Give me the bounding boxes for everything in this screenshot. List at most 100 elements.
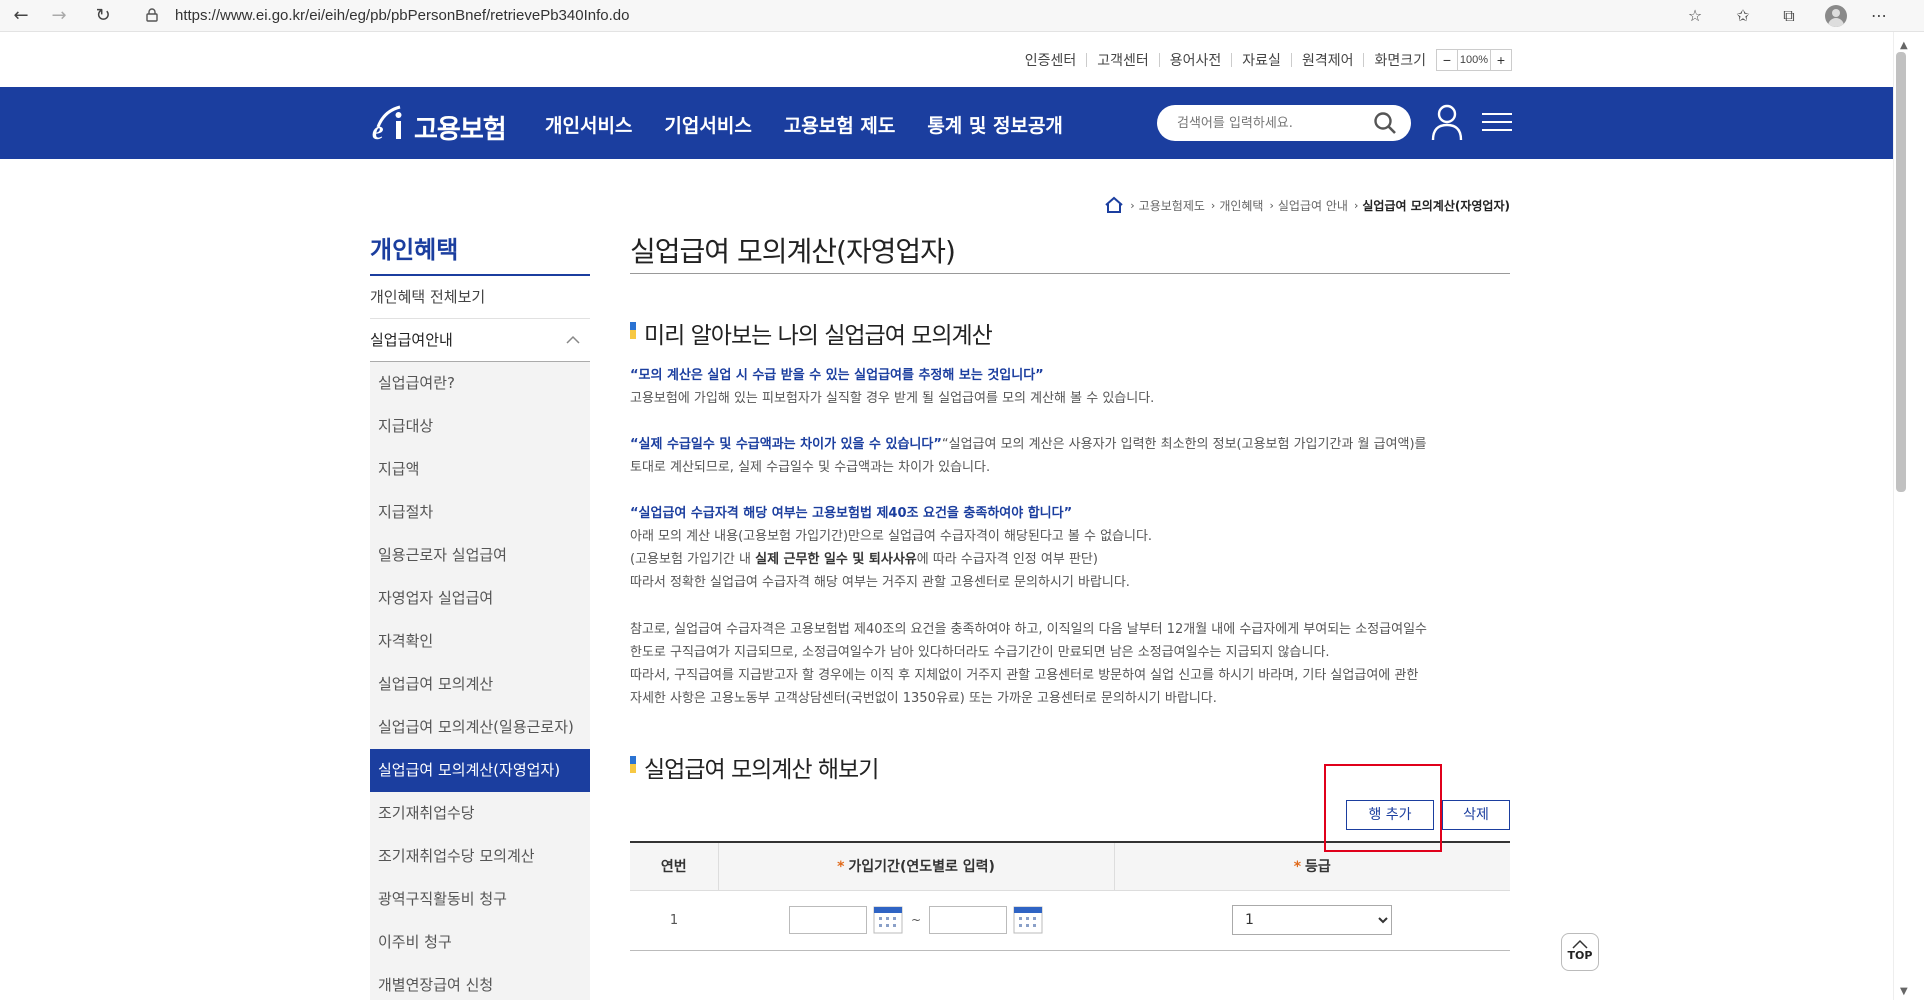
chevron-up-icon	[566, 335, 580, 344]
sidebar-item-daily-worker[interactable]: 일용근로자 실업급여	[370, 534, 590, 577]
section-title-marker	[630, 756, 636, 773]
util-link-glossary[interactable]: 용어사전	[1160, 53, 1233, 67]
utility-bar: 인증센터 고객센터 용어사전 자료실 원격제어 화면크기 − 100% +	[1015, 48, 1512, 72]
breadcrumb-separator: ›	[1130, 198, 1135, 212]
section-title-text: 실업급여 모의계산 해보기	[644, 757, 879, 783]
search-icon[interactable]	[1373, 111, 1397, 135]
search-box	[1157, 105, 1411, 141]
scroll-up-icon[interactable]: ▲	[1900, 40, 1908, 51]
period-start-input[interactable]	[788, 906, 867, 934]
breadcrumb-item[interactable]: 고용보험제도	[1139, 197, 1205, 214]
profile-avatar[interactable]	[1825, 5, 1847, 27]
scroll-down-icon[interactable]: ▼	[1900, 986, 1908, 997]
page-title: 실업급여 모의계산(자영업자)	[630, 230, 1510, 274]
ei-logo-icon: e	[372, 105, 402, 143]
grade-cell: 1	[1114, 890, 1510, 951]
svg-text:e: e	[372, 116, 384, 143]
browser-toolbar: ← → ↻ https://www.ei.go.kr/ei/eih/eg/pb/…	[0, 0, 1924, 32]
section-title-text: 미리 알아보는 나의 실업급여 모의계산	[644, 323, 993, 349]
sidebar-item-simulation-daily[interactable]: 실업급여 모의계산(일용근로자)	[370, 706, 590, 749]
sidebar-item-eligibility[interactable]: 지급대상	[370, 405, 590, 448]
sidebar-item-simulation-self-employed[interactable]: 실업급여 모의계산(자영업자)	[370, 749, 590, 792]
site-logo[interactable]: e 고용보험	[370, 103, 510, 145]
bold-text: 실제 근무한 일수 및 퇴사사유	[755, 552, 917, 567]
sidebar-item-procedure[interactable]: 지급절차	[370, 491, 590, 534]
global-navigation: e 고용보험 개인서비스 기업서비스 고용보험 제도 통계 및 정보공개	[0, 87, 1893, 159]
body-text: 따라서 정확한 실업급여 수급자격 해당 여부는 거주지 관할 고용센터로 문의…	[630, 575, 1130, 590]
collections-icon[interactable]: ⧉	[1776, 4, 1802, 28]
delete-button[interactable]: 삭제	[1442, 800, 1510, 830]
hamburger-menu-icon[interactable]	[1482, 107, 1512, 137]
body-text: 에 따라 수급자격 인정 여부 판단)	[916, 552, 1098, 567]
zoom-control: − 100% +	[1436, 49, 1512, 71]
address-bar[interactable]: https://www.ei.go.kr/ei/eih/eg/pb/pbPers…	[175, 7, 629, 24]
favorites-icon[interactable]: ✩	[1730, 4, 1756, 28]
body-text: 자세한 사항은 고용노동부 고객상담센터(국번없이 1350유료) 또는 가까운…	[630, 691, 1217, 706]
body-text: 토대로 계산되므로, 실제 수급일수 및 수급액과는 차이가 있습니다.	[630, 460, 991, 475]
sidebar-item-self-employed[interactable]: 자영업자 실업급여	[370, 577, 590, 620]
scroll-top-button[interactable]: TOP	[1561, 933, 1599, 971]
period-end-input[interactable]	[929, 906, 1008, 934]
column-header-grade: * 등급	[1114, 842, 1510, 891]
sidebar-submenu: 실업급여란? 지급대상 지급액 지급절차 일용근로자 실업급여 자영업자 실업급…	[370, 362, 590, 1000]
screen-size-label: 화면크기	[1374, 52, 1426, 68]
body-text: (고용보험 가입기간 내	[630, 552, 756, 567]
arrow-up-icon	[1572, 939, 1588, 949]
sidebar-item-early-reemployment[interactable]: 조기재취업수당	[370, 792, 590, 835]
sidebar-item-qualification[interactable]: 자격확인	[370, 620, 590, 663]
back-icon[interactable]: ←	[8, 4, 34, 28]
paragraph-qualification: “실업급여 수급자격 해당 여부는 고용보험법 제40조 요건을 충족하여야 합…	[630, 502, 1510, 594]
grade-select[interactable]: 1	[1232, 905, 1392, 935]
sidebar-item-relocation-expense[interactable]: 이주비 청구	[370, 921, 590, 964]
favorite-add-icon[interactable]: ☆	[1682, 4, 1708, 28]
more-icon[interactable]: ⋯	[1866, 4, 1892, 28]
gnb-item-system[interactable]: 고용보험 제도	[784, 111, 896, 138]
zoom-in-button[interactable]: +	[1491, 50, 1511, 70]
column-header-period: * 가입기간(연도별로 입력)	[718, 842, 1115, 891]
user-icon[interactable]	[1430, 103, 1464, 141]
emphasis-text: “실제 수급일수 및 수급액과는 차이가 있을 수 있습니다”	[630, 437, 942, 452]
breadcrumb-separator: ›	[1353, 198, 1359, 212]
body-text: 아래 모의 계산 내용(고용보험 가입기간)만으로 실업급여 수급자격이 해당된…	[630, 529, 1153, 544]
search-input[interactable]	[1177, 113, 1367, 133]
scroll-thumb[interactable]	[1896, 52, 1906, 492]
sidebar-item-amount[interactable]: 지급액	[370, 448, 590, 491]
body-text: “실업급여 모의 계산은 사용자가 입력한 최소한의 정보(고용보험 가입기간과…	[941, 437, 1427, 452]
body-text: 따라서, 구직급여를 지급받고자 할 경우에는 이직 후 지체없이 거주지 관할…	[630, 668, 1419, 683]
sidebar-item-what-is[interactable]: 실업급여란?	[370, 362, 590, 405]
sidebar-item-job-search-expense[interactable]: 광역구직활동비 청구	[370, 878, 590, 921]
zoom-out-button[interactable]: −	[1437, 50, 1457, 70]
range-separator: ~	[910, 913, 922, 927]
section-title-marker	[630, 322, 636, 339]
breadcrumb-separator: ›	[1269, 198, 1274, 212]
gnb-item-statistics[interactable]: 통계 및 정보공개	[927, 111, 1063, 138]
breadcrumb-separator: ›	[1210, 198, 1216, 212]
paragraph-simulation-intro: “모의 계산은 실업 시 수급 받을 수 있는 실업급여를 추정해 보는 것입니…	[630, 364, 1510, 410]
required-mark: *	[1293, 859, 1302, 876]
top-button-label: TOP	[1567, 949, 1593, 962]
reload-icon[interactable]: ↻	[90, 4, 116, 28]
util-link-remote-control[interactable]: 원격제어	[1292, 53, 1365, 67]
gnb-menu: 개인서비스 기업서비스 고용보험 제도 통계 및 정보공개	[545, 111, 1063, 138]
column-header-label: 가입기간(연도별로 입력)	[848, 859, 995, 876]
emphasis-text: “실업급여 수급자격 해당 여부는 고용보험법 제40조 요건을 충족하여야 합…	[630, 506, 1073, 521]
paragraph-reference: 참고로, 실업급여 수급자격은 고용보험법 제40조의 요건을 충족하여야 하고…	[630, 618, 1510, 710]
breadcrumb-item[interactable]: 개인혜택	[1219, 197, 1263, 214]
util-link-auth-center[interactable]: 인증센터	[1015, 53, 1088, 67]
home-icon[interactable]	[1104, 196, 1124, 214]
sidebar-group-label: 실업급여안내	[370, 331, 453, 349]
breadcrumb-item[interactable]: 실업급여 안내	[1278, 197, 1348, 214]
gnb-item-business[interactable]: 기업서비스	[664, 111, 751, 138]
gnb-item-personal[interactable]: 개인서비스	[545, 111, 632, 138]
sidebar-item-early-reemployment-simulation[interactable]: 조기재취업수당 모의계산	[370, 835, 590, 878]
sidebar-item-simulation[interactable]: 실업급여 모의계산	[370, 663, 590, 706]
sidebar-group-unemployment[interactable]: 실업급여안내	[370, 319, 590, 362]
breadcrumb: › 고용보험제도 › 개인혜택 › 실업급여 안내 › 실업급여 모의계산(자영…	[1104, 196, 1510, 214]
util-link-resources[interactable]: 자료실	[1232, 53, 1292, 67]
calendar-icon[interactable]	[873, 906, 903, 934]
sidebar-item-extended-benefit[interactable]: 개별연장급여 신청	[370, 964, 590, 1000]
sidebar-item-view-all[interactable]: 개인혜택 전체보기	[370, 276, 590, 319]
util-link-customer-center[interactable]: 고객센터	[1087, 53, 1160, 67]
calendar-icon[interactable]	[1013, 906, 1043, 934]
forward-icon[interactable]: →	[46, 4, 72, 28]
